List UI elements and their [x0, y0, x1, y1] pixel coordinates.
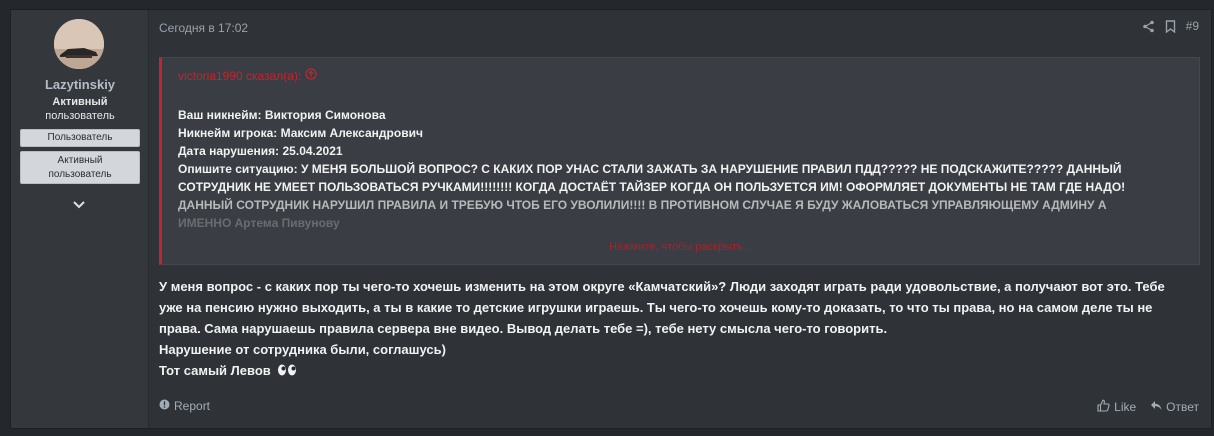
- alert-circle-icon: [159, 399, 170, 413]
- quote-header[interactable]: victoria1990 сказал(а):: [178, 68, 317, 83]
- quote-line: Никнейм игрока: Максим Александрович: [178, 126, 423, 140]
- user-banner-user: Пользователь: [20, 129, 140, 147]
- user-banner-active: Активный пользователь: [20, 151, 140, 184]
- quote-author[interactable]: victoria1990 сказал(а):: [178, 69, 301, 83]
- thumbs-up-icon: [1097, 399, 1110, 415]
- message-signature: Тот самый Левов: [159, 360, 1199, 382]
- reply-label: Ответ: [1166, 400, 1199, 414]
- post-date[interactable]: Сегодня в 17:02: [159, 21, 248, 35]
- message-line: уже на пенсию нужно выходить, а ты в как…: [159, 300, 1153, 315]
- post-footer-actions: Like Ответ: [1097, 399, 1199, 415]
- quote-line: Ваш никнейм: Виктория Симонова: [178, 108, 386, 122]
- user-banner-active-line2: пользователь: [48, 169, 112, 180]
- like-label: Like: [1114, 400, 1137, 414]
- post-actions: #9: [1142, 19, 1199, 33]
- report-label: Report: [174, 399, 211, 413]
- message-line: Нарушение от сотрудника были, соглашусь): [159, 342, 446, 357]
- avatar[interactable]: [54, 19, 104, 69]
- quote-line: ИМЕННО Артема Пивунову: [178, 216, 340, 230]
- user-title-line1: Активный: [52, 96, 108, 108]
- report-button[interactable]: Report: [159, 399, 210, 413]
- quote-line: ДАННЫЙ СОТРУДНИК НАРУШИЛ ПРАВИЛА И ТРЕБУ…: [178, 198, 1107, 212]
- user-title-line2: пользователь: [45, 110, 115, 122]
- message-line: права. Сама нарушаешь правила сервера вн…: [159, 321, 888, 336]
- user-banner-active-line1: Активный: [57, 155, 103, 166]
- message-line: У меня вопрос - с каких пор ты чего-то х…: [159, 279, 1165, 294]
- like-button[interactable]: Like: [1097, 399, 1136, 415]
- reply-button[interactable]: Ответ: [1150, 400, 1199, 414]
- username[interactable]: Lazytinskiy: [11, 77, 149, 92]
- quote-block: victoria1990 сказал(а): Ваш никнейм: Вик…: [159, 57, 1200, 265]
- quote-line: СОТРУДНИК НЕ УМЕЕТ ПОЛЬЗОВАТЬСЯ РУЧКАМИ!…: [178, 180, 1126, 194]
- message-line: Тот самый Левов: [159, 363, 271, 378]
- eyes-emoji-icon: [277, 361, 297, 382]
- reply-arrow-icon: [1150, 400, 1162, 414]
- post-content: Сегодня в 17:02 #9 victoria1990 сказал(а…: [149, 10, 1211, 428]
- share-icon[interactable]: [1142, 20, 1155, 33]
- user-info-panel: Lazytinskiy Активный пользователь Пользо…: [11, 10, 149, 428]
- quote-expand-link[interactable]: Нажмите, чтобы раскрыть...: [162, 241, 1199, 253]
- arrow-up-circle-icon[interactable]: [305, 68, 317, 83]
- forum-post: Lazytinskiy Активный пользователь Пользо…: [10, 9, 1212, 429]
- quote-line: Опишите ситуацию: У МЕНЯ БОЛЬШОЙ ВОПРОС?…: [178, 162, 1122, 176]
- message-body: У меня вопрос - с каких пор ты чего-то х…: [159, 276, 1199, 382]
- quote-text: Ваш никнейм: Виктория Симонова Никнейм и…: [178, 106, 1188, 196]
- post-number-link[interactable]: #9: [1186, 19, 1199, 33]
- quote-faded-text: ДАННЫЙ СОТРУДНИК НАРУШИЛ ПРАВИЛА И ТРЕБУ…: [178, 196, 1188, 240]
- chevron-down-icon[interactable]: [71, 198, 87, 210]
- quote-line: Дата нарушения: 25.04.2021: [178, 144, 343, 158]
- bookmark-icon[interactable]: [1165, 19, 1176, 33]
- user-title: Активный пользователь: [11, 95, 149, 123]
